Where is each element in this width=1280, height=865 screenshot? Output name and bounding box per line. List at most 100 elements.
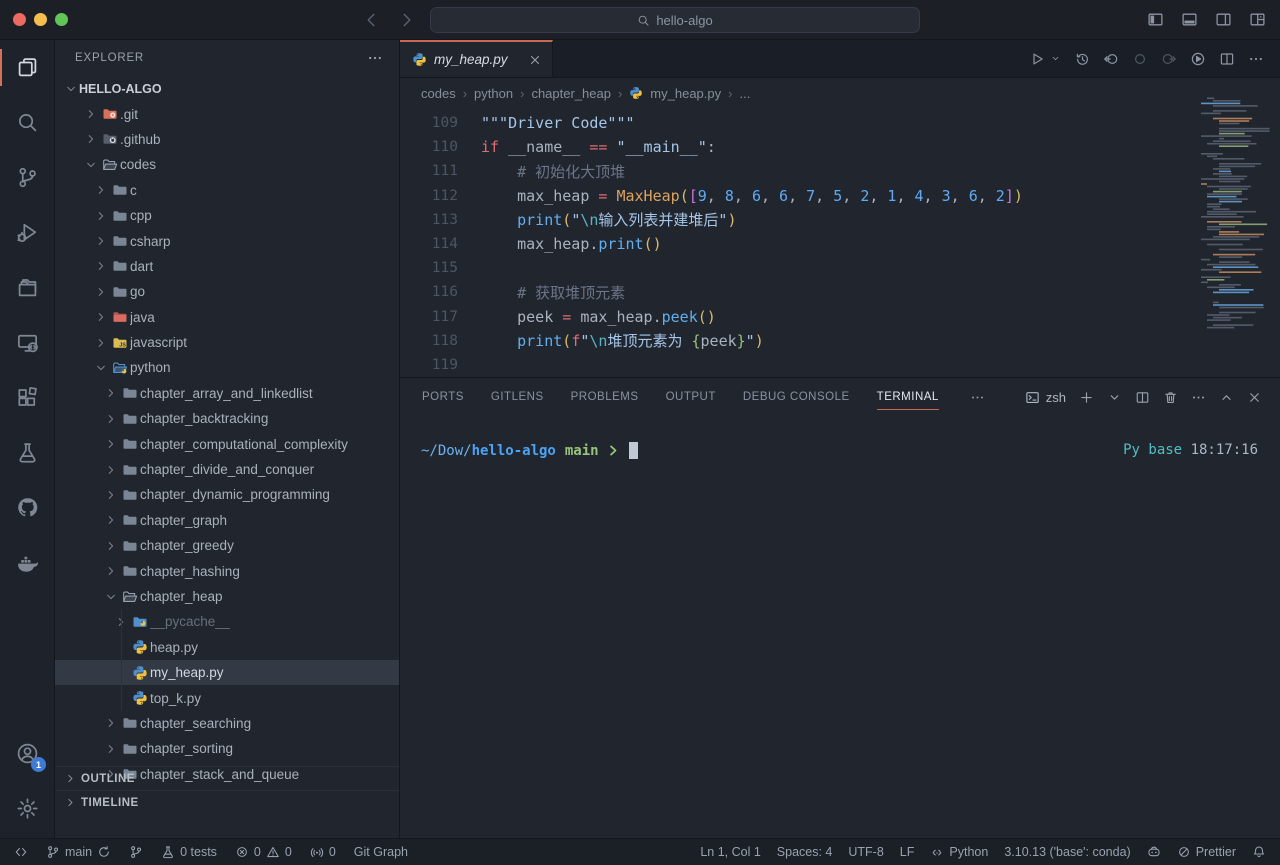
activity-extensions[interactable]	[0, 370, 55, 425]
activity-source-control[interactable]	[0, 150, 55, 205]
tree-root-hello-algo[interactable]: HELLO-ALGO	[55, 76, 399, 101]
panel-tab-problems[interactable]: PROBLEMS	[571, 378, 639, 416]
open-change-icon[interactable]	[1132, 51, 1148, 67]
tree-item-chapter-hashing[interactable]: chapter_hashing	[55, 558, 399, 583]
activity-run-and-debug[interactable]	[0, 205, 55, 260]
status-notifications[interactable]	[1252, 845, 1266, 859]
tab-my-heap-py[interactable]: my_heap.py	[400, 40, 553, 77]
go-forward-button[interactable]	[398, 11, 416, 29]
panel-tab-ports[interactable]: PORTS	[422, 378, 464, 416]
split-terminal-icon[interactable]	[1135, 390, 1150, 405]
run-or-debug-icon[interactable]	[1190, 51, 1206, 67]
previous-change-icon[interactable]	[1103, 51, 1119, 67]
breadcrumb-item[interactable]: codes	[421, 86, 456, 101]
tree-item-chapter-sorting[interactable]: chapter_sorting	[55, 736, 399, 761]
code-line-113[interactable]: 113 print("\n输入列表并建堆后")	[400, 208, 1280, 232]
tree-item-chapter-greedy[interactable]: chapter_greedy	[55, 533, 399, 558]
panel-tab-debug-console[interactable]: DEBUG CONSOLE	[743, 378, 850, 416]
status-python-interpreter[interactable]: 3.10.13 ('base': conda)	[1004, 845, 1130, 859]
run-dropdown-icon[interactable]	[1050, 53, 1061, 64]
code-line-111[interactable]: 111 # 初始化大顶堆	[400, 159, 1280, 183]
code-line-115[interactable]: 115	[400, 256, 1280, 280]
tree-item-chapter-divide-and-conquer[interactable]: chapter_divide_and_conquer	[55, 457, 399, 482]
customize-layout-icon[interactable]	[1249, 11, 1266, 28]
tree-item-go[interactable]: go	[55, 279, 399, 304]
tree-item-python[interactable]: python	[55, 355, 399, 380]
tree-item--git[interactable]: .git	[55, 101, 399, 126]
maximize-panel-icon[interactable]	[1219, 390, 1234, 405]
panel-tab-terminal[interactable]: TERMINAL	[877, 378, 939, 416]
more-actions-icon[interactable]	[1248, 51, 1264, 67]
toggle-secondary-sidebar-icon[interactable]	[1215, 11, 1232, 28]
code-line-116[interactable]: 116 # 获取堆顶元素	[400, 280, 1280, 304]
minimize-window-button[interactable]	[34, 13, 47, 26]
run-python-file-icon[interactable]	[1029, 51, 1045, 67]
close-window-button[interactable]	[13, 13, 26, 26]
panel-tabs-more-icon[interactable]	[970, 390, 985, 405]
minimap[interactable]	[1198, 92, 1272, 332]
status-encoding[interactable]: UTF-8	[848, 845, 883, 859]
tree-item-c[interactable]: c	[55, 178, 399, 203]
activity-testing[interactable]	[0, 425, 55, 480]
code-line-110[interactable]: 110if __name__ == "__main__":	[400, 135, 1280, 159]
tree-item-chapter-backtracking[interactable]: chapter_backtracking	[55, 406, 399, 431]
timeline-section[interactable]: TIMELINE	[55, 790, 400, 814]
status-language-mode[interactable]: Python	[930, 845, 988, 859]
code-line-109[interactable]: 109"""Driver Code"""	[400, 111, 1280, 135]
tree-item-csharp[interactable]: csharp	[55, 228, 399, 253]
status-tests-status[interactable]: 0 tests	[161, 845, 217, 859]
command-center-search[interactable]: hello-algo	[430, 7, 920, 33]
tree-item-chapter-graph[interactable]: chapter_graph	[55, 508, 399, 533]
zoom-window-button[interactable]	[55, 13, 68, 26]
breadcrumb-item[interactable]: chapter_heap	[531, 86, 611, 101]
launch-profile-icon[interactable]	[1107, 390, 1122, 405]
tree-item-chapter-array-and-linkedlist[interactable]: chapter_array_and_linkedlist	[55, 381, 399, 406]
terminal-view[interactable]: ~/Dow/hello-algomain Py base 18:17:16	[400, 416, 1280, 838]
status-git-graph-button[interactable]	[129, 845, 143, 859]
toggle-panel-icon[interactable]	[1181, 11, 1198, 28]
code-line-117[interactable]: 117 peek = max_heap.peek()	[400, 305, 1280, 329]
file-history-icon[interactable]	[1074, 51, 1090, 67]
panel-tab-output[interactable]: OUTPUT	[666, 378, 716, 416]
activity-remote-explorer[interactable]	[0, 315, 55, 370]
close-panel-icon[interactable]	[1247, 390, 1262, 405]
activity-search[interactable]	[0, 95, 55, 150]
shell-label[interactable]: zsh	[1025, 390, 1066, 405]
tree-item-chapter-searching[interactable]: chapter_searching	[55, 711, 399, 736]
tree-item--github[interactable]: .github	[55, 127, 399, 152]
activity-accounts[interactable]: 1	[0, 726, 55, 781]
new-terminal-icon[interactable]	[1079, 390, 1094, 405]
next-change-icon[interactable]	[1161, 51, 1177, 67]
activity-docker[interactable]	[0, 535, 55, 590]
status-cursor-position[interactable]: Ln 1, Col 1	[700, 845, 760, 859]
close-tab-icon[interactable]	[528, 53, 542, 67]
tree-item-top-k-py[interactable]: top_k.py	[55, 685, 399, 710]
status-ports-status[interactable]: 0	[310, 845, 336, 859]
panel-tab-gitlens[interactable]: GITLENS	[491, 378, 544, 416]
split-editor-icon[interactable]	[1219, 51, 1235, 67]
tree-item-java[interactable]: java	[55, 305, 399, 330]
status-eol[interactable]: LF	[900, 845, 915, 859]
kill-terminal-icon[interactable]	[1163, 390, 1178, 405]
code-editor[interactable]: 109"""Driver Code"""110if __name__ == "_…	[400, 108, 1280, 377]
breadcrumb-item[interactable]: python	[474, 86, 513, 101]
tree-item-codes[interactable]: codes	[55, 152, 399, 177]
status-copilot[interactable]	[1147, 845, 1161, 859]
status-git-graph-label[interactable]: Git Graph	[354, 845, 408, 859]
breadcrumb-item[interactable]: ...	[739, 86, 750, 101]
code-line-119[interactable]: 119	[400, 353, 1280, 377]
activity-file-folders[interactable]	[0, 260, 55, 315]
status-indentation[interactable]: Spaces: 4	[777, 845, 833, 859]
tree-item-javascript[interactable]: JS javascript	[55, 330, 399, 355]
outline-section[interactable]: OUTLINE	[55, 766, 400, 790]
tree-item-dart[interactable]: dart	[55, 254, 399, 279]
code-line-112[interactable]: 112 max_heap = MaxHeap([9, 8, 6, 6, 7, 5…	[400, 184, 1280, 208]
breadcrumb-item[interactable]: my_heap.py	[650, 86, 721, 101]
tree-item--pycache-[interactable]: __pycache__	[55, 609, 399, 634]
tree-item-heap-py[interactable]: heap.py	[55, 635, 399, 660]
tree-item-cpp[interactable]: cpp	[55, 203, 399, 228]
tree-item-chapter-computational-complexity[interactable]: chapter_computational_complexity	[55, 431, 399, 456]
status-problems-status[interactable]: 00	[235, 845, 292, 859]
tree-item-my-heap-py[interactable]: my_heap.py	[55, 660, 399, 685]
tree-item-chapter-dynamic-programming[interactable]: chapter_dynamic_programming	[55, 482, 399, 507]
